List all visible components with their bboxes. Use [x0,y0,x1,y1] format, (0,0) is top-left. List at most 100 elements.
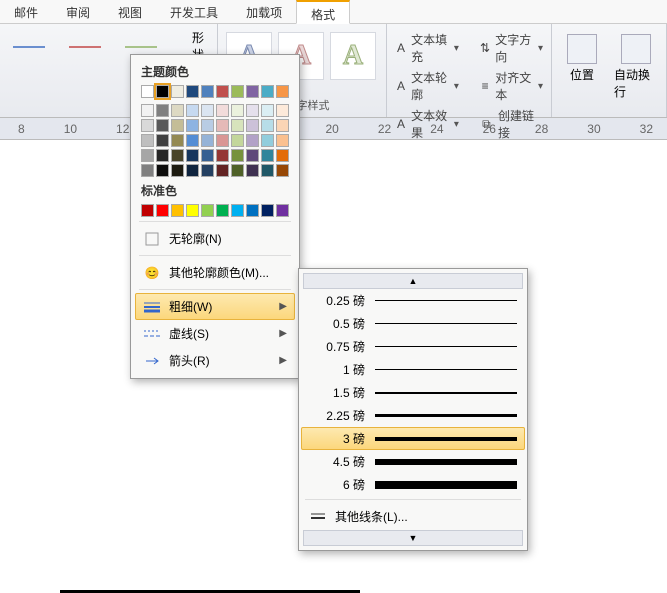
color-swatch[interactable] [231,119,244,132]
color-swatch[interactable] [201,204,214,217]
color-swatch[interactable] [141,119,154,132]
color-swatch[interactable] [246,134,259,147]
line-style[interactable] [66,36,104,58]
color-swatch[interactable] [246,104,259,117]
tab-2[interactable]: 视图 [104,0,156,23]
color-swatch[interactable] [186,104,199,117]
color-swatch[interactable] [231,85,244,98]
color-swatch[interactable] [231,104,244,117]
color-swatch[interactable] [156,149,169,162]
color-swatch[interactable] [156,134,169,147]
position-button[interactable]: 位置 [560,34,604,83]
color-swatch[interactable] [276,85,289,98]
color-swatch[interactable] [186,119,199,132]
tab-4[interactable]: 加载项 [232,0,296,23]
weight-item[interactable]: 粗细(W)▶ [135,293,295,320]
wordart-style[interactable]: A [330,32,376,80]
scroll-up-button[interactable]: ▲ [303,273,523,289]
tab-0[interactable]: 邮件 [0,0,52,23]
more-colors-item[interactable]: 😊其他轮廓颜色(M)... [135,259,295,286]
color-swatch[interactable] [231,164,244,177]
weight-option[interactable]: 0.25 磅 [301,289,525,312]
color-swatch[interactable] [216,85,229,98]
color-swatch[interactable] [216,119,229,132]
color-swatch[interactable] [186,204,199,217]
color-swatch[interactable] [186,85,199,98]
weight-option[interactable]: 0.5 磅 [301,312,525,335]
color-swatch[interactable] [201,149,214,162]
color-swatch[interactable] [246,85,259,98]
arrows-item[interactable]: 箭头(R)▶ [135,347,295,374]
color-swatch[interactable] [186,164,199,177]
color-swatch[interactable] [201,119,214,132]
color-swatch[interactable] [171,85,184,98]
tab-3[interactable]: 开发工具 [156,0,232,23]
color-swatch[interactable] [186,149,199,162]
align-text-button[interactable]: ≡对齐文本▾ [477,68,545,104]
tab-5[interactable]: 格式 [296,0,350,24]
color-swatch[interactable] [141,85,154,98]
color-swatch[interactable] [216,134,229,147]
color-swatch[interactable] [171,149,184,162]
color-swatch[interactable] [201,164,214,177]
color-swatch[interactable] [231,204,244,217]
color-swatch[interactable] [276,119,289,132]
color-swatch[interactable] [141,104,154,117]
text-direction-button[interactable]: ⇅文字方向▾ [477,30,545,66]
color-swatch[interactable] [246,119,259,132]
color-swatch[interactable] [276,134,289,147]
color-swatch[interactable] [216,104,229,117]
color-swatch[interactable] [261,119,274,132]
color-swatch[interactable] [216,149,229,162]
color-swatch[interactable] [171,204,184,217]
color-swatch[interactable] [276,164,289,177]
color-swatch[interactable] [261,104,274,117]
color-swatch[interactable] [276,104,289,117]
color-swatch[interactable] [141,134,154,147]
color-swatch[interactable] [171,164,184,177]
color-swatch[interactable] [216,164,229,177]
color-swatch[interactable] [141,204,154,217]
color-swatch[interactable] [156,119,169,132]
weight-option[interactable]: 0.75 磅 [301,335,525,358]
color-swatch[interactable] [171,119,184,132]
color-swatch[interactable] [201,134,214,147]
color-swatch[interactable] [201,85,214,98]
weight-option[interactable]: 4.5 磅 [301,450,525,473]
color-swatch[interactable] [156,204,169,217]
color-swatch[interactable] [171,134,184,147]
weight-option[interactable]: 2.25 磅 [301,404,525,427]
line-style[interactable] [10,36,48,58]
color-swatch[interactable] [261,134,274,147]
weight-option[interactable]: 1 磅 [301,358,525,381]
color-swatch[interactable] [186,134,199,147]
color-swatch[interactable] [156,164,169,177]
color-swatch[interactable] [276,149,289,162]
color-swatch[interactable] [246,164,259,177]
no-outline-item[interactable]: 无轮廓(N) [135,225,295,252]
color-swatch[interactable] [261,164,274,177]
color-swatch[interactable] [156,85,169,98]
color-swatch[interactable] [216,204,229,217]
text-outline-button[interactable]: A文本轮廓▾ [393,68,461,104]
tab-1[interactable]: 审阅 [52,0,104,23]
color-swatch[interactable] [141,164,154,177]
weight-option[interactable]: 3 磅 [301,427,525,450]
weight-option[interactable]: 6 磅 [301,473,525,496]
color-swatch[interactable] [276,204,289,217]
color-swatch[interactable] [261,204,274,217]
color-swatch[interactable] [246,204,259,217]
color-swatch[interactable] [231,134,244,147]
color-swatch[interactable] [141,149,154,162]
color-swatch[interactable] [201,104,214,117]
auto-wrap-button[interactable]: 自动换行 [614,34,658,100]
color-swatch[interactable] [231,149,244,162]
color-swatch[interactable] [171,104,184,117]
dashes-item[interactable]: 虚线(S)▶ [135,320,295,347]
color-swatch[interactable] [246,149,259,162]
text-fill-button[interactable]: A文本填充▾ [393,30,461,66]
color-swatch[interactable] [261,85,274,98]
more-lines-item[interactable]: 其他线条(L)... [301,503,525,530]
scroll-down-button[interactable]: ▼ [303,530,523,546]
color-swatch[interactable] [261,149,274,162]
